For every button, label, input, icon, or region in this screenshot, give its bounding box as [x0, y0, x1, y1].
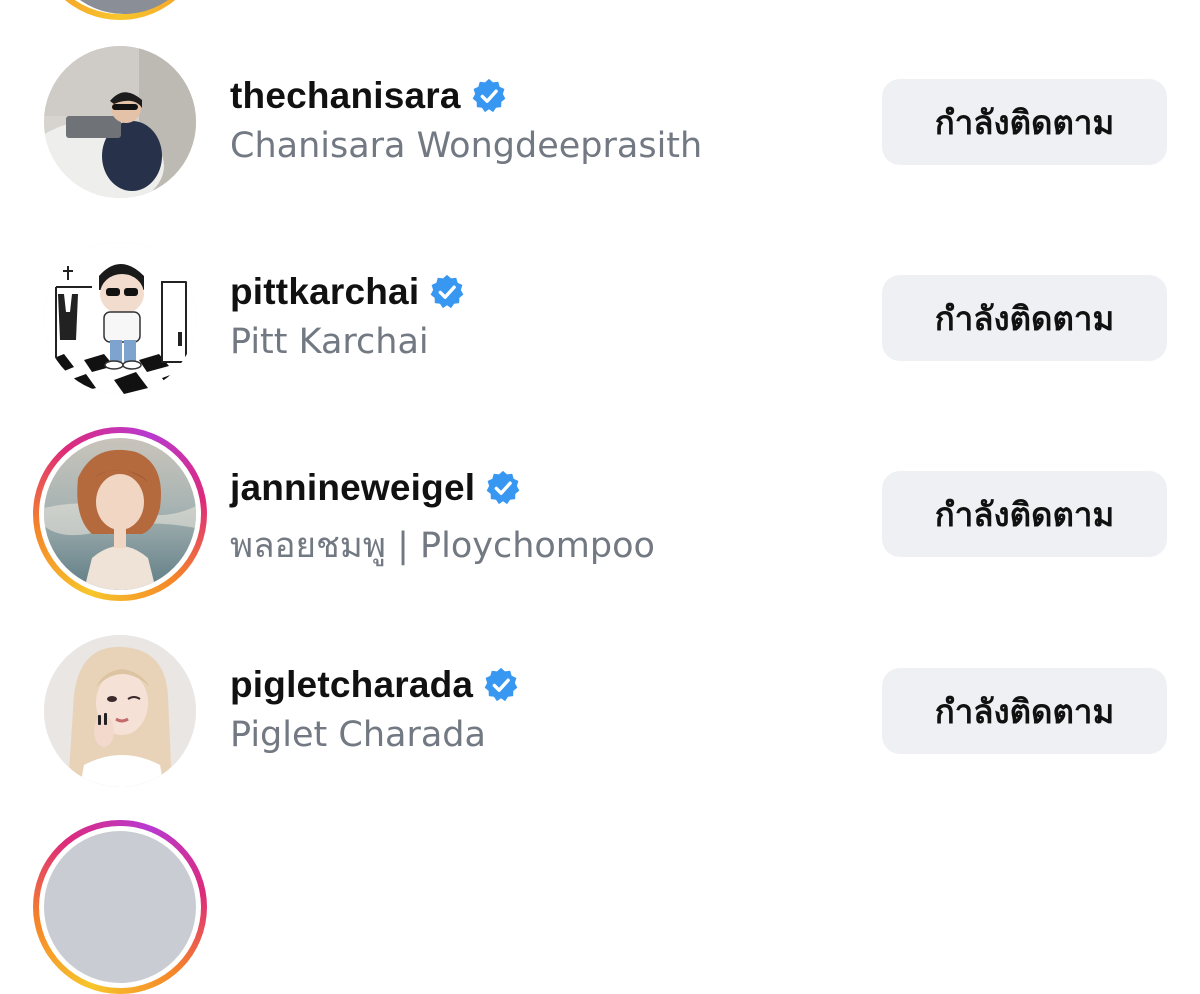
- avatar: [44, 438, 196, 590]
- avatar: [44, 831, 196, 983]
- username-line: thechanisara: [230, 72, 508, 120]
- story-ring-inner: [39, 433, 201, 595]
- cartoon-avatar-icon: [44, 242, 196, 394]
- list-item[interactable]: jannineweigel พลอยชมพู | Ploychompoo กำล…: [0, 392, 1200, 601]
- profile-photo-icon: [44, 46, 196, 198]
- username[interactable]: jannineweigel: [230, 467, 475, 509]
- full-name: Piglet Charada: [230, 715, 486, 755]
- avatar-button[interactable]: [44, 635, 196, 787]
- username[interactable]: pigletcharada: [230, 664, 473, 706]
- username[interactable]: thechanisara: [230, 75, 461, 117]
- verified-badge-icon: [472, 78, 506, 113]
- full-name: Pitt Karchai: [230, 322, 429, 362]
- full-name: Chanisara Wongdeeprasith: [230, 126, 703, 166]
- partial-avatar-bottom[interactable]: [33, 820, 207, 994]
- username-line: pittkarchai: [230, 268, 466, 316]
- avatar-button[interactable]: [44, 46, 196, 198]
- verified-badge-icon: [486, 470, 520, 505]
- list-item[interactable]: pigletcharada Piglet Charada กำลังติดตาม: [0, 589, 1200, 787]
- username-line: pigletcharada: [230, 661, 520, 709]
- username-line: jannineweigel: [230, 464, 522, 512]
- profile-photo-icon: [44, 635, 196, 787]
- avatar: [44, 635, 196, 787]
- following-button[interactable]: กำลังติดตาม: [882, 275, 1167, 361]
- list-item[interactable]: thechanisara Chanisara Wongdeeprasith กำ…: [0, 0, 1200, 198]
- avatar: [44, 242, 196, 394]
- username[interactable]: pittkarchai: [230, 271, 419, 313]
- profile-photo-icon: [44, 438, 196, 590]
- full-name: พลอยชมพู | Ploychompoo: [230, 526, 655, 566]
- list-item[interactable]: pittkarchai Pitt Karchai กำลังติดตาม: [0, 196, 1200, 394]
- verified-badge-icon: [484, 667, 518, 702]
- following-list: thechanisara Chanisara Wongdeeprasith กำ…: [0, 0, 1200, 994]
- following-button[interactable]: กำลังติดตาม: [882, 471, 1167, 557]
- verified-badge-icon: [430, 274, 464, 309]
- following-button[interactable]: กำลังติดตาม: [882, 79, 1167, 165]
- avatar-button[interactable]: [33, 427, 207, 601]
- following-button[interactable]: กำลังติดตาม: [882, 668, 1167, 754]
- avatar: [44, 46, 196, 198]
- avatar-button[interactable]: [44, 242, 196, 394]
